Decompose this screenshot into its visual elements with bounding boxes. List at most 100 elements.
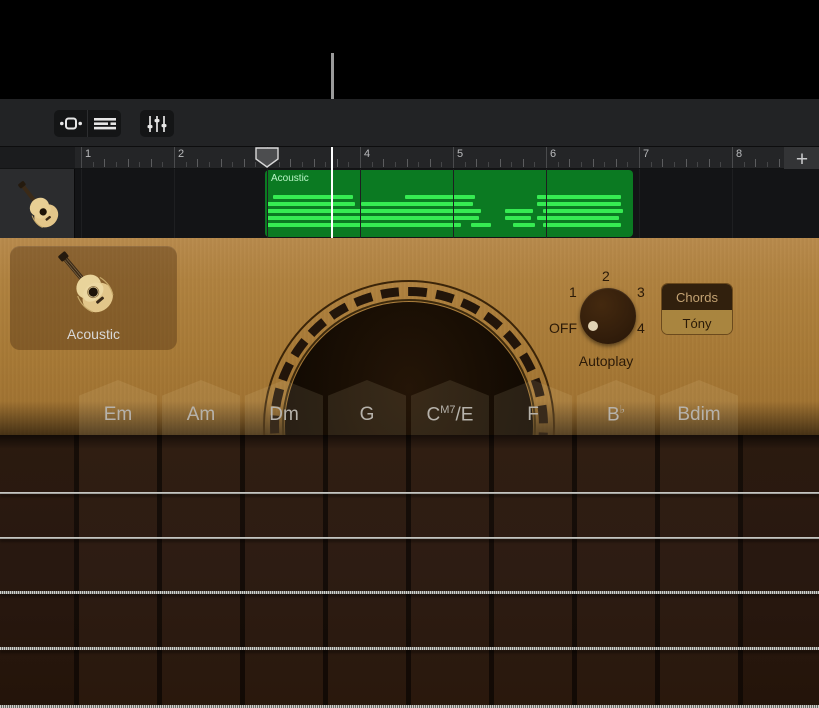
chord-superscript: ♭ [620,404,625,416]
mode-chords-button[interactable]: Chords [662,284,732,310]
string-1-e[interactable] [0,492,819,494]
ruler-tick [662,159,663,167]
instrument-card-label: Acoustic [10,326,177,342]
fret-divider [157,435,162,708]
chord-tab-b[interactable]: B♭ [577,380,655,436]
ruler-tick [314,159,315,167]
ruler-tick [709,159,710,167]
timeline-ruler[interactable]: 12345678 [0,147,819,169]
midi-note [451,202,473,206]
string-shadow [0,650,819,653]
mixer-button[interactable] [140,110,174,137]
ruler-tick [627,162,628,167]
fret-column[interactable] [79,435,157,708]
ruler-tick [616,159,617,167]
ruler-tick [581,162,582,167]
list-view-button[interactable] [87,110,121,137]
autoplay-knob[interactable] [580,288,636,344]
fret-column[interactable] [494,435,572,708]
midi-note [451,209,481,213]
chord-tab-f[interactable]: F [494,380,572,436]
string-3-g[interactable] [0,591,819,594]
chord-label: Dm [269,404,299,436]
ruler-left-pad [0,147,75,168]
lane-gridline [267,169,268,238]
midi-note [537,202,621,206]
fret-column[interactable] [577,435,655,708]
chord-tab-bdim[interactable]: Bdim [660,380,738,436]
tracks-view-button[interactable] [54,110,87,137]
instrument-card-acoustic[interactable]: Acoustic [10,246,177,350]
autoplay-pos-1-label[interactable]: 1 [569,284,577,300]
tracks-view-icon [60,117,82,130]
track-header-acoustic[interactable] [0,169,75,238]
ruler-tick [697,162,698,167]
bar-line [546,147,547,168]
fret-divider [572,435,577,708]
midi-note [405,202,455,206]
bar-line [453,147,454,168]
midi-note [513,223,535,227]
ruler-tick [488,162,489,167]
ruler-tick [128,159,129,167]
fret-column[interactable] [660,435,738,708]
string-2-b[interactable] [0,537,819,539]
chord-label: Bdim [677,404,720,436]
chord-tab-am[interactable]: Am [162,380,240,436]
autoplay-knob-indicator [588,321,598,331]
midi-note [267,202,355,206]
bar-line [174,147,175,168]
autoplay-control: OFF 1 2 3 4 Autoplay [541,258,671,380]
track-lane[interactable]: Acoustic [75,169,819,238]
ruler-tick [441,162,442,167]
autoplay-off-label[interactable]: OFF [549,320,577,336]
autoplay-label: Autoplay [541,353,671,369]
midi-note [339,223,417,227]
ruler-tick [197,159,198,167]
ruler-tick [302,162,303,167]
fretboard[interactable] [0,435,819,708]
mode-tones-button[interactable]: Tóny [662,310,732,335]
bar-line [81,147,82,168]
chord-tab-em[interactable]: Em [79,380,157,436]
ruler-tick [221,159,222,167]
ruler-tick [523,159,524,167]
fret-column[interactable] [162,435,240,708]
toolbar: ? [0,99,819,147]
ruler-tick [604,162,605,167]
lane-gridline [639,169,640,238]
ruler-ticks: 12345678 [75,147,788,168]
midi-region-acoustic[interactable]: Acoustic [265,170,633,237]
chord-tab-dm[interactable]: Dm [245,380,323,436]
playhead-marker-icon [255,147,279,168]
bar-number: 8 [736,148,742,160]
ruler-tick [767,162,768,167]
acoustic-guitar-icon [38,251,148,327]
lane-gridline [546,169,547,238]
midi-note [451,195,475,199]
autoplay-pos-2-label[interactable]: 2 [602,268,610,284]
chord-tab-g[interactable]: G [328,380,406,436]
mode-toggle[interactable]: Chords Tóny [661,283,733,335]
bar-line [732,147,733,168]
fret-divider [240,435,245,708]
ruler-tick [476,159,477,167]
bar-line [360,147,361,168]
autoplay-pos-3-label[interactable]: 3 [637,284,645,300]
fret-column[interactable] [328,435,406,708]
chord-label: CM7/E [427,404,474,436]
ruler-tick [779,159,780,167]
add-track-button[interactable]: + [791,148,813,170]
ruler-tick [755,159,756,167]
ruler-tick [290,159,291,167]
playhead-stem [331,53,334,99]
string-4-d[interactable] [0,647,819,650]
fret-column[interactable] [411,435,489,708]
autoplay-pos-4-label[interactable]: 4 [637,320,645,336]
playhead-line [331,147,333,238]
ruler-tick [534,162,535,167]
playhead-marker[interactable] [255,147,279,168]
fret-column[interactable] [245,435,323,708]
chord-tab-c[interactable]: CM7/E [411,380,489,436]
ruler-tick [383,159,384,167]
